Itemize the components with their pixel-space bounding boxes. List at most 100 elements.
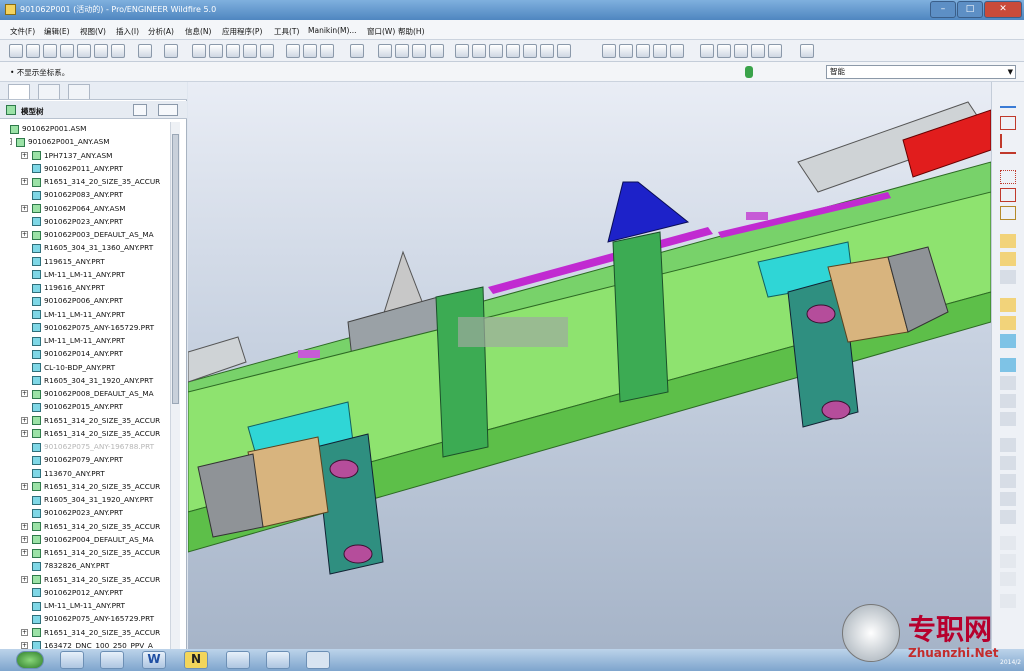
spin-center-icon[interactable] xyxy=(395,44,409,58)
draft-tool-icon[interactable] xyxy=(1000,358,1016,372)
tree-node[interactable]: + R1651_314_20_SIZE_35_ACCUR xyxy=(21,626,160,639)
sweep-tool-icon[interactable] xyxy=(1000,270,1016,284)
minimize-button[interactable]: – xyxy=(930,1,956,18)
datum-axes-icon[interactable] xyxy=(717,44,731,58)
trim-tool-icon[interactable] xyxy=(1000,412,1016,426)
refit-icon[interactable] xyxy=(506,44,520,58)
pan-hand-icon[interactable] xyxy=(455,44,469,58)
tree-node[interactable]: + R1651_314_20_SIZE_35_ACCUR xyxy=(21,414,160,427)
datum-axis-tool-icon[interactable] xyxy=(1000,116,1016,130)
mirror-tool-icon[interactable] xyxy=(1000,456,1016,470)
rib-tool-icon[interactable] xyxy=(1000,334,1016,348)
redo-icon[interactable] xyxy=(164,44,178,58)
tree-node[interactable]: + R1651_314_20_SIZE_35_ACCUR xyxy=(21,480,160,493)
tree-node[interactable]: +1PH7137_ANY.ASM xyxy=(21,149,112,162)
extrude-tool-icon[interactable] xyxy=(1000,234,1016,248)
tree-node[interactable]: 901062P012_ANY.PRT xyxy=(32,586,123,599)
sketch-view-icon[interactable] xyxy=(378,44,392,58)
saved-views-icon[interactable] xyxy=(540,44,554,58)
send-mail-icon[interactable] xyxy=(94,44,108,58)
tree-node[interactable]: LM-11_LM-11_ANY.PRT xyxy=(32,268,125,281)
menu-applications[interactable]: 应用程序(P) xyxy=(222,26,262,37)
tree-node[interactable]: + R1651_314_20_SIZE_35_ACCUR xyxy=(21,175,160,188)
show-menu-icon[interactable] xyxy=(158,104,178,116)
tree-node[interactable]: + R1651_314_20_SIZE_35_ACCUR xyxy=(21,546,160,559)
intersect-tool-icon[interactable] xyxy=(1000,492,1016,506)
tree-node[interactable]: + R1651_314_20_SIZE_35_ACCUR xyxy=(21,427,160,440)
tree-node[interactable]: 7832826_ANY.PRT xyxy=(32,559,109,572)
no-hidden-icon[interactable] xyxy=(636,44,650,58)
menu-file[interactable]: 文件(F) xyxy=(10,26,35,37)
pattern-tool-icon[interactable] xyxy=(1000,438,1016,452)
tree-node[interactable]: LM-11_LM-11_ANY.PRT xyxy=(32,334,125,347)
tree-node[interactable]: 901062P079_ANY.PRT xyxy=(32,453,123,466)
datum-planes-icon[interactable] xyxy=(700,44,714,58)
save-as-icon[interactable] xyxy=(60,44,74,58)
regenerate-icon[interactable] xyxy=(260,44,274,58)
chamfer-tool-icon[interactable] xyxy=(1000,394,1016,408)
tab-favorites[interactable] xyxy=(68,84,90,99)
expand-icon[interactable]: + xyxy=(21,549,28,556)
scrollbar-thumb[interactable] xyxy=(172,134,179,404)
menu-window[interactable]: 窗口(W) xyxy=(367,26,395,37)
tree-node[interactable]: 901062P023_ANY.PRT xyxy=(32,215,123,228)
datum-point-tool-icon[interactable] xyxy=(1000,170,1016,184)
settings-icon[interactable] xyxy=(133,104,147,116)
tree-scrollbar[interactable] xyxy=(170,122,180,649)
coordinate-systems-icon[interactable] xyxy=(751,44,765,58)
datum-plane-tool-icon[interactable] xyxy=(1000,94,1016,108)
tree-node[interactable]: +901062P003_DEFAULT_AS_MA xyxy=(21,228,154,241)
expand-icon[interactable]: + xyxy=(21,575,28,583)
tree-node[interactable]: 901062P075_ANY-165729.PRT xyxy=(32,612,154,625)
zoom-in-icon[interactable] xyxy=(472,44,486,58)
tree-node[interactable]: 901062P075_ANY-165729.PRT xyxy=(32,321,154,334)
tree-node[interactable]: + R1651_314_20_SIZE_35_ACCUR xyxy=(21,520,160,533)
menu-help[interactable]: 帮助(H) xyxy=(398,26,425,37)
layers-icon[interactable] xyxy=(557,44,571,58)
menu-manikin[interactable]: Manikin(M)... xyxy=(308,26,357,35)
round-tool-icon[interactable] xyxy=(1000,376,1016,390)
sketch-tool-icon[interactable] xyxy=(1000,134,1016,148)
tree-node[interactable]: 119615_ANY.PRT xyxy=(32,255,105,268)
maximize-button[interactable]: □ xyxy=(957,1,983,18)
tab-model-tree[interactable] xyxy=(8,84,30,99)
analysis-tool-icon[interactable] xyxy=(1000,206,1016,220)
expand-icon[interactable]: + xyxy=(21,416,28,424)
expand-icon[interactable]: + xyxy=(21,151,28,159)
close-button[interactable]: ✕ xyxy=(984,1,1022,18)
save-icon[interactable] xyxy=(43,44,57,58)
annotation-icon[interactable] xyxy=(412,44,426,58)
menu-tools[interactable]: 工具(T) xyxy=(274,26,299,37)
tree-node[interactable]: 901062P023_ANY.PRT xyxy=(32,506,123,519)
csys-tool-icon[interactable] xyxy=(1000,188,1016,202)
tree-node[interactable]: LM-11_LM-11_ANY.PRT xyxy=(32,308,125,321)
tree-node[interactable]: +901062P064_ANY.ASM xyxy=(21,202,126,215)
tree-node[interactable]: 113670_ANY.PRT xyxy=(32,467,105,480)
revolve-tool-icon[interactable] xyxy=(1000,252,1016,266)
tree-node[interactable]: 901062P015_ANY.PRT xyxy=(32,400,123,413)
open-file-icon[interactable] xyxy=(26,44,40,58)
paste-special-icon[interactable] xyxy=(243,44,257,58)
expand-icon[interactable]: + xyxy=(21,641,28,649)
tree-node[interactable]: +901062P008_DEFAULT_AS_MA xyxy=(21,387,154,400)
curve-tool-icon[interactable] xyxy=(1000,152,1016,166)
thicken-tool-icon[interactable] xyxy=(1000,536,1016,550)
expand-icon[interactable]: + xyxy=(21,628,28,636)
reorient-icon[interactable] xyxy=(523,44,537,58)
tree-node[interactable]: 901062P006_ANY.PRT xyxy=(32,294,123,307)
cut-icon[interactable] xyxy=(192,44,206,58)
taskbar-explorer-icon[interactable] xyxy=(60,651,84,669)
context-help-icon[interactable] xyxy=(800,44,814,58)
menu-info[interactable]: 信息(N) xyxy=(185,26,211,37)
start-button[interactable] xyxy=(16,651,44,669)
expand-icon[interactable]: + xyxy=(21,535,28,543)
find-icon[interactable] xyxy=(286,44,300,58)
undo-icon[interactable] xyxy=(138,44,152,58)
taskbar-onenote-icon[interactable]: N xyxy=(184,651,208,669)
shell-tool-icon[interactable] xyxy=(1000,316,1016,330)
mirror-icon[interactable] xyxy=(303,44,317,58)
print-icon[interactable] xyxy=(77,44,91,58)
tree-node[interactable]: 119616_ANY.PRT xyxy=(32,281,105,294)
expand-icon[interactable]: + xyxy=(21,390,28,397)
select-icon[interactable] xyxy=(320,44,334,58)
